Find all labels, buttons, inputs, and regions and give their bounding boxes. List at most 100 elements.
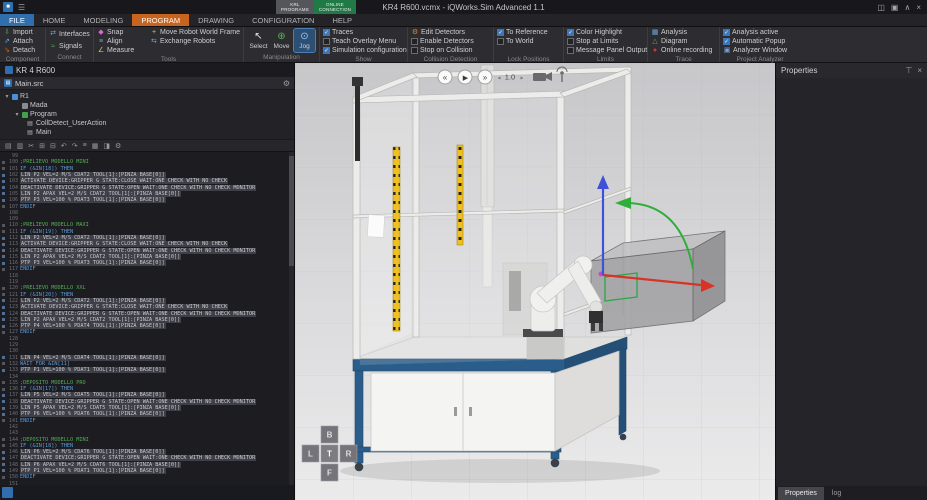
undo-icon[interactable]: ↶	[61, 142, 67, 150]
tree-item-colldetect-useraction[interactable]: ▤ CollDetect_UserAction	[0, 119, 294, 128]
tab-program[interactable]: PROGRAM	[132, 14, 190, 26]
simulation-configuration-toggle[interactable]: ✓ Simulation configuration	[323, 46, 407, 55]
automatic-popup-toggle[interactable]: ✓ Automatic Popup	[723, 37, 797, 46]
collapse-ribbon-icon[interactable]: ∧	[904, 3, 910, 12]
file-settings-gear-icon[interactable]: ⚙	[283, 79, 290, 88]
tree-item-main[interactable]: ▤ Main	[0, 128, 294, 137]
automatic-popup-checkbox[interactable]: ✓	[723, 38, 730, 45]
move-button[interactable]: ⊕ Move	[271, 29, 292, 52]
context-tab-line: PROGRAMS	[281, 7, 309, 12]
layout-alt-icon[interactable]: ▣	[891, 3, 899, 12]
menu-icon[interactable]: ☰	[16, 3, 27, 12]
traces-checkbox[interactable]: ✓	[323, 29, 330, 36]
online-recording-button[interactable]: ● Online recording	[651, 46, 716, 55]
traces-toggle[interactable]: ✓ Traces	[323, 28, 404, 37]
speed-decrease-icon[interactable]: ◂	[497, 76, 500, 82]
expand-caret-icon[interactable]: ▾	[4, 93, 10, 100]
measure-button[interactable]: ∠ Measure	[97, 46, 144, 55]
context-tab-online-connection[interactable]: ONLINE CONNECTION	[313, 0, 357, 14]
pin-icon[interactable]: ⊤	[905, 66, 912, 75]
tab-properties[interactable]: Properties	[778, 487, 824, 500]
nav-cube-front-face[interactable]: F	[327, 469, 332, 478]
editor-scrollbar[interactable]	[289, 152, 294, 485]
teach-overlay-menu-toggle[interactable]: Teach Overlay Menu	[323, 37, 404, 46]
stop-at-limits-checkbox[interactable]	[567, 38, 574, 45]
split-view-icon[interactable]: ◨	[103, 142, 110, 150]
editor-scrollbar-thumb[interactable]	[289, 156, 294, 266]
close-panel-icon[interactable]: ×	[917, 66, 922, 75]
current-file-row[interactable]: ▤ Main.src ⚙	[0, 77, 294, 90]
tab-modeling[interactable]: MODELING	[74, 14, 132, 26]
edit-detectors-button[interactable]: ⚙ Edit Detectors	[411, 28, 490, 37]
analyzer-window-button[interactable]: ▣ Analyzer Window	[723, 46, 797, 55]
attach-button[interactable]: ⇗ Attach	[3, 37, 42, 46]
expand-caret-icon[interactable]: ▾	[14, 111, 20, 118]
enable-detectors-toggle[interactable]: Enable Detectors	[411, 37, 490, 46]
color-highlight-toggle[interactable]: ✓ Color Highlight	[567, 28, 644, 37]
interfaces-button[interactable]: ⇄ Interfaces	[49, 30, 90, 39]
copy-icon[interactable]: ⊞	[39, 142, 45, 150]
message-panel-output-checkbox[interactable]	[567, 47, 574, 54]
viewport-3d[interactable]: B L T R F « ▶ » ◂ 1.0 ▸	[295, 63, 775, 500]
stop-at-limits-toggle[interactable]: Stop at Limits	[567, 37, 644, 46]
tab-help[interactable]: HELP	[323, 14, 361, 26]
speed-increase-icon[interactable]: ▸	[520, 76, 523, 82]
import-button[interactable]: ⇩ Import	[3, 28, 42, 37]
snap-button[interactable]: ◆ Snap	[97, 28, 144, 37]
nav-cube-top-face[interactable]: T	[327, 450, 332, 459]
align-icon[interactable]: ≡	[83, 142, 87, 149]
layout-panels-icon[interactable]: ◫	[877, 3, 885, 12]
krl-code-editor[interactable]: 99 100 ;PRELIEVO MODELLO MINI 101 IF (&IN[18…	[0, 152, 294, 485]
analysis-button[interactable]: ▦ Analysis	[651, 28, 716, 37]
stop-on-collision-toggle[interactable]: Stop on Collision	[411, 46, 490, 55]
nav-cube-back-face[interactable]: B	[327, 431, 333, 440]
analysis-active-checkbox[interactable]: ✓	[723, 29, 730, 36]
teach-overlay-checkbox[interactable]	[323, 38, 330, 45]
simulation-configuration-checkbox[interactable]: ✓	[323, 47, 330, 54]
code-line[interactable]: 124 DEACTIVATE DEVICE:GRIPPER G STATE:OPE…	[0, 310, 288, 317]
tree-item-r1[interactable]: ▾ R1	[0, 92, 294, 101]
tab-drawing[interactable]: DRAWING	[189, 14, 243, 26]
nav-cube-left-face[interactable]: L	[308, 450, 313, 459]
code-line[interactable]: 104 DEACTIVATE DEVICE:GRIPPER G STATE:OPE…	[0, 184, 288, 191]
save-icon[interactable]: ▥	[17, 142, 24, 150]
cut-icon[interactable]: ✂	[28, 142, 34, 150]
color-highlight-checkbox[interactable]: ✓	[567, 29, 574, 36]
paste-icon[interactable]: ⊟	[50, 142, 56, 150]
detach-button[interactable]: ⇘ Detach	[3, 46, 42, 55]
tree-item-program[interactable]: ▾ Program	[0, 110, 294, 119]
tree-item-mada[interactable]: Mada	[0, 101, 294, 110]
jog-button[interactable]: ⊙ Jog	[293, 28, 316, 53]
to-reference-checkbox[interactable]: ✓	[497, 29, 504, 36]
to-world-checkbox[interactable]	[497, 38, 504, 45]
new-file-icon[interactable]: ▤	[5, 142, 12, 150]
signals-button[interactable]: ≈ Signals	[49, 42, 90, 51]
code-line[interactable]: 138 DEACTIVATE DEVICE:GRIPPER G STATE:OPE…	[0, 398, 288, 405]
settings-icon[interactable]: ⚙	[115, 142, 121, 150]
move-robot-world-frame-button[interactable]: + Move Robot World Frame	[150, 28, 240, 37]
align-button[interactable]: ≡ Align	[97, 37, 144, 46]
to-world-toggle[interactable]: To World	[497, 37, 560, 46]
context-tab-krl-programs[interactable]: KRL PROGRAMS	[276, 0, 314, 14]
stop-on-collision-checkbox[interactable]	[411, 47, 418, 54]
enable-detectors-checkbox[interactable]	[411, 38, 418, 45]
sim-speed-value[interactable]: 1.0	[505, 73, 515, 82]
select-button[interactable]: ↖ Select	[248, 29, 269, 52]
exchange-robots-button[interactable]: ⇆ Exchange Robots	[150, 37, 240, 46]
nav-cube-right-face[interactable]: R	[346, 450, 352, 459]
redo-icon[interactable]: ↷	[72, 142, 78, 150]
grid-icon[interactable]: ▦	[92, 142, 99, 150]
close-window-icon[interactable]: ×	[916, 3, 921, 12]
tab-configuration[interactable]: CONFIGURATION	[243, 14, 323, 26]
to-reference-toggle[interactable]: ✓ To Reference	[497, 28, 560, 37]
code-line[interactable]: 147 DEACTIVATE DEVICE:GRIPPER G STATE:OPE…	[0, 455, 288, 462]
tab-log[interactable]: log	[825, 487, 848, 500]
tab-file[interactable]: FILE	[0, 14, 34, 26]
analysis-active-toggle[interactable]: ✓ Analysis active	[723, 28, 797, 37]
tree-item-label: R1	[20, 93, 29, 100]
diagram-button[interactable]: △ Diagram	[651, 37, 716, 46]
message-panel-output-toggle[interactable]: Message Panel Output	[567, 46, 647, 55]
code-line[interactable]: 151	[0, 480, 288, 485]
code-line[interactable]: 114 DEACTIVATE DEVICE:GRIPPER G STATE:OPE…	[0, 247, 288, 254]
tab-home[interactable]: HOME	[34, 14, 75, 26]
